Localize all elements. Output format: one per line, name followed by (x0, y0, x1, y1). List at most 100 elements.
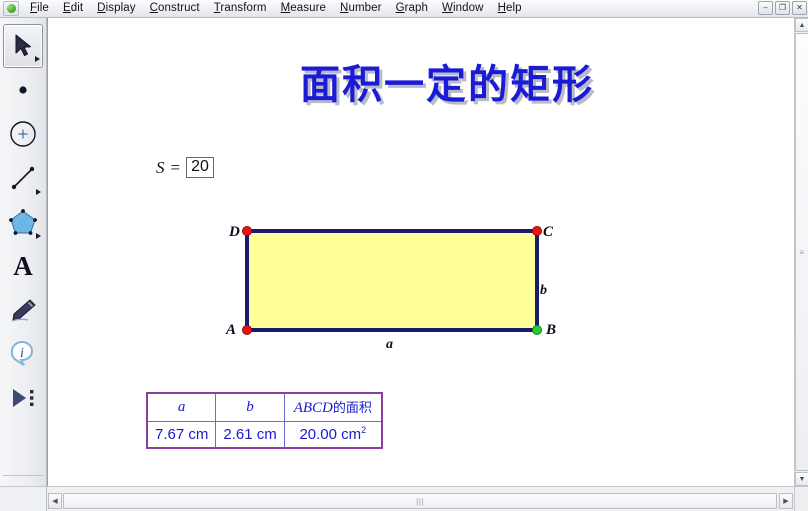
vertex-C[interactable] (531, 225, 542, 236)
minimize-button[interactable]: – (758, 1, 773, 15)
menu-label: ile (37, 2, 49, 14)
table-row-headers: a b ABCD的面积 (146, 392, 383, 422)
custom-tool[interactable] (3, 376, 43, 420)
arrow-select-tool[interactable] (3, 24, 43, 68)
menu-label: easure (290, 2, 327, 14)
menu-mnemonic: G (395, 2, 405, 14)
value-area-exponent: 2 (361, 425, 367, 435)
horizontal-scroll-thumb[interactable]: ||| (63, 493, 777, 509)
value-cell-area: 20.00 cm2 (283, 421, 383, 449)
vertex-label-A: A (226, 322, 237, 338)
menu-mnemonic: M (280, 2, 291, 14)
compass-tool[interactable] (3, 112, 43, 156)
compass-icon (10, 121, 36, 147)
play-dots-icon (13, 389, 34, 407)
text-tool[interactable]: A (3, 244, 43, 288)
vertex-D[interactable] (241, 225, 252, 236)
tool-flyout-arrow-icon[interactable] (36, 189, 41, 195)
text-a-icon: A (13, 250, 33, 281)
menu-item-file[interactable]: File (23, 1, 56, 16)
value-area-number: 20.00 cm (299, 426, 362, 443)
scroll-grip-icon: ≡ (799, 247, 805, 257)
chevron-down-icon: ▼ (798, 475, 806, 483)
side-label-b: b (540, 283, 547, 298)
chevron-up-icon: ▲ (798, 21, 806, 29)
toolbar-bottom-strip (0, 486, 47, 511)
info-icon: i (10, 341, 34, 366)
scroll-right-button[interactable]: ▶ (779, 493, 793, 509)
header-cell-b: b (215, 392, 285, 422)
straightedge-tool[interactable] (3, 156, 43, 200)
measurement-table[interactable]: a b ABCD的面积 7.67 cm 2.61 cm 20.00 cm2 (146, 392, 383, 449)
svg-text:i: i (20, 346, 24, 361)
table-row-values: 7.67 cm 2.61 cm 20.00 cm2 (146, 421, 383, 449)
marker-tool[interactable] (3, 288, 43, 332)
window-controls: – ❐ ✕ (758, 1, 807, 15)
chevron-left-icon: ◀ (52, 498, 58, 505)
menu-mnemonic: W (442, 2, 453, 14)
vertical-scroll-thumb[interactable]: ≡ (795, 33, 808, 471)
menu-item-display[interactable]: Display (90, 1, 142, 16)
sketchpad-app-icon[interactable] (3, 1, 19, 16)
horizontal-scrollbar[interactable]: ◀ ||| ▶ (47, 486, 794, 511)
tool-palette: A i (0, 18, 47, 486)
menu-mnemonic: D (97, 2, 106, 14)
menu-label: raph (404, 2, 429, 14)
app-icon-glyph (6, 4, 16, 13)
menu-item-transform[interactable]: Transform (207, 1, 274, 16)
sketch-canvas-frame: 面积一定的矩形 S = 20 D C A B a b a b ABCD的面积 7… (47, 18, 794, 486)
close-icon: ✕ (796, 3, 803, 12)
toolbar-divider (3, 475, 44, 476)
menu-item-number[interactable]: Number (333, 1, 389, 16)
restore-button[interactable]: ❐ (775, 1, 790, 15)
vertex-label-D: D (229, 224, 240, 240)
restore-icon: ❐ (778, 3, 787, 12)
vertex-label-C: C (543, 224, 554, 240)
tool-flyout-arrow-icon[interactable] (35, 56, 40, 62)
menu-item-construct[interactable]: Construct (143, 1, 207, 16)
close-button[interactable]: ✕ (792, 1, 807, 15)
scroll-up-button[interactable]: ▲ (795, 18, 808, 32)
menu-label: umber (348, 2, 382, 14)
minimize-icon: – (763, 3, 768, 12)
menu-mnemonic: H (497, 2, 506, 14)
sketch-canvas[interactable]: 面积一定的矩形 S = 20 D C A B a b a b ABCD的面积 7… (48, 18, 794, 486)
value-cell-a: 7.67 cm (146, 421, 217, 449)
scroll-grip-icon: ||| (416, 496, 424, 506)
arrow-icon (15, 34, 31, 56)
menu-item-graph[interactable]: Graph (389, 1, 435, 16)
header-area-abcd: ABCD (293, 400, 333, 416)
menu-label: onstruct (158, 2, 200, 14)
point-icon (19, 86, 27, 94)
menu-item-measure[interactable]: Measure (274, 1, 333, 16)
value-cell-b: 2.61 cm (215, 421, 285, 449)
menu-label: dit (70, 2, 84, 14)
vertex-B[interactable] (531, 324, 542, 335)
menu-label: elp (505, 2, 522, 14)
header-cell-a: a (146, 392, 217, 422)
polygon-icon (9, 209, 37, 235)
header-area-chinese: 的面积 (332, 401, 372, 416)
scroll-down-button[interactable]: ▼ (795, 472, 808, 486)
menu-mnemonic: E (62, 2, 71, 14)
vertical-scrollbar[interactable]: ▲ ≡ ▼ (794, 18, 808, 486)
tool-flyout-arrow-icon[interactable] (36, 233, 41, 239)
point-tool[interactable] (3, 68, 43, 112)
sketchpad-window: File Edit Display Construct Transform Me… (0, 0, 808, 511)
menu-item-help[interactable]: Help (491, 1, 529, 16)
side-label-a: a (386, 337, 393, 352)
menu-label: ransform (220, 2, 267, 14)
menu-item-window[interactable]: Window (435, 1, 491, 16)
line-icon (11, 166, 35, 190)
header-cell-area: ABCD的面积 (283, 392, 383, 422)
rectangle-ABCD[interactable] (245, 229, 539, 332)
vertex-A[interactable] (241, 324, 252, 335)
vertex-label-B: B (546, 322, 557, 338)
menu-label: indow (453, 2, 484, 14)
menu-item-edit[interactable]: Edit (56, 1, 90, 16)
scroll-left-button[interactable]: ◀ (48, 493, 62, 509)
polygon-tool[interactable] (3, 200, 43, 244)
information-tool[interactable]: i (3, 332, 43, 376)
menu-mnemonic: C (149, 2, 158, 14)
menu-label: isplay (105, 2, 136, 14)
